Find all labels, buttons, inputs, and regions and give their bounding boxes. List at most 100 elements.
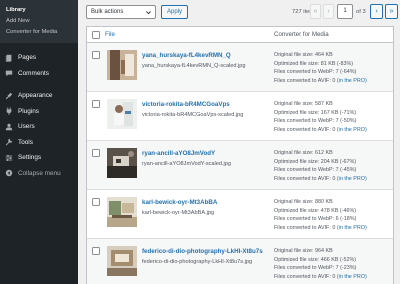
original-size: Original file size: 587 KB	[274, 101, 333, 107]
converter-stats: Original file size: 464 KB Optimized fil…	[274, 51, 367, 85]
converter-stats: Original file size: 612 KB Optimized fil…	[274, 149, 367, 183]
tablenav-top: Bulk actions Apply 727 items « ‹ 1 of 3 …	[78, 0, 400, 26]
thumbnail-image[interactable]	[107, 50, 137, 80]
prev-page-button[interactable]: ‹	[323, 4, 334, 19]
optimized-size: Optimized file size: 81 KB (-83%)	[274, 60, 354, 67]
original-size: Original file size: 880 KB	[274, 199, 333, 205]
avif-count: Files converted to AVIF: 0 (in the PRO)	[274, 175, 367, 184]
sidebar-item-label: Plugins	[18, 107, 39, 115]
thumbnail-image[interactable]	[107, 148, 137, 178]
sidebar-item-label: Tools	[18, 138, 33, 146]
avif-label: Files converted to AVIF: 0	[274, 77, 336, 84]
original-size: Original file size: 464 KB	[274, 52, 333, 58]
avif-label: Files converted to AVIF: 0	[274, 126, 336, 133]
sidebar-item-users[interactable]: Users	[0, 119, 78, 135]
thumbnail-image[interactable]	[107, 99, 137, 129]
submenu-item-converter-for-media[interactable]: Converter for Media	[0, 26, 78, 37]
converter-stats: Original file size: 587 KB Optimized fil…	[274, 100, 367, 134]
table-header: File Converter for Media	[87, 27, 393, 43]
row-checkbox[interactable]	[92, 51, 100, 59]
avif-label: Files converted to AVIF: 0	[274, 273, 336, 280]
webp-count: Files converted to WebP: 7 (-64%)	[274, 69, 357, 76]
webp-count: Files converted to WebP: 7 (-50%)	[274, 118, 357, 125]
optimized-size: Optimized file size: 466 KB (-52%)	[274, 256, 357, 263]
row-checkbox[interactable]	[92, 198, 100, 206]
sidebar-item-appearance[interactable]: Appearance	[0, 88, 78, 104]
table-row: federico-di-dio-photography-LkHI-Xt8u7s …	[87, 239, 393, 284]
sidebar-item-label: Appearance	[18, 92, 53, 100]
appearance-icon	[5, 92, 13, 100]
table-row: karl-bewick-oyr-Mt3AbBA karl-bewick-oyr-…	[87, 190, 393, 239]
select-all-checkbox[interactable]	[92, 31, 100, 39]
table-row: ryan-ancill-aYO8JmVodY ryan-ancill-aYO8J…	[87, 141, 393, 190]
media-list-table: File Converter for Media yana_hurskaya-f…	[86, 26, 394, 284]
submenu-item-add-new[interactable]: Add New	[0, 15, 78, 26]
media-submenu: Library Add New Converter for Media	[0, 0, 78, 43]
original-size: Original file size: 612 KB	[274, 150, 333, 156]
row-checkbox[interactable]	[92, 247, 100, 255]
first-page-button[interactable]: «	[310, 4, 321, 19]
file-title-link[interactable]: federico-di-dio-photography-LkHI-Xt8u7s	[142, 248, 263, 255]
next-page-button[interactable]: ›	[370, 4, 383, 19]
sidebar-item-settings[interactable]: Settings	[0, 150, 78, 166]
comments-icon	[5, 69, 13, 77]
bulk-actions-select[interactable]: Bulk actions	[86, 5, 156, 19]
optimized-size: Optimized file size: 167 KB (-71%)	[274, 109, 357, 116]
admin-sidebar: Library Add New Converter for Media Page…	[0, 0, 78, 284]
collapse-icon	[5, 169, 13, 177]
file-name: yana_hurskaya-fL4kevRMN_Q-scaled.jpg	[142, 63, 246, 69]
submenu-item-library[interactable]: Library	[0, 4, 78, 15]
sidebar-item-label: Comments	[18, 69, 49, 77]
avif-count: Files converted to AVIF: 0 (in the PRO)	[274, 224, 367, 233]
file-title-link[interactable]: ryan-ancill-aYO8JmVodY	[142, 150, 215, 157]
last-page-button[interactable]: »	[385, 4, 398, 19]
collapse-menu-button[interactable]: Collapse menu	[0, 166, 78, 182]
webp-count: Files converted to WebP: 7 (-23%)	[274, 265, 357, 272]
thumbnail-image[interactable]	[107, 197, 137, 227]
avif-count: Files converted to AVIF: 0 (in the PRO)	[274, 77, 367, 86]
plugins-icon	[5, 107, 13, 116]
pro-link[interactable]: (in the PRO)	[337, 274, 367, 280]
sidebar-item-label: Pages	[18, 54, 37, 62]
thumbnail-image[interactable]	[107, 246, 137, 276]
sidebar-item-label: Settings	[18, 154, 42, 162]
total-pages: of 3	[356, 9, 366, 15]
webp-count: Files converted to WebP: 7 (-45%)	[274, 167, 357, 174]
bulk-actions-value: Bulk actions	[91, 9, 124, 15]
table-row: yana_hurskaya-fL4kevRMN_Q yana_hurskaya-…	[87, 43, 393, 92]
sidebar-item-comments[interactable]: Comments	[0, 66, 78, 82]
pro-link[interactable]: (in the PRO)	[337, 127, 367, 133]
original-size: Original file size: 964 KB	[274, 248, 333, 254]
avif-count: Files converted to AVIF: 0 (in the PRO)	[274, 126, 367, 135]
avif-label: Files converted to AVIF: 0	[274, 175, 336, 182]
column-header-converter: Converter for Media	[274, 31, 329, 38]
optimized-size: Optimized file size: 204 KB (-67%)	[274, 158, 357, 165]
converter-stats: Original file size: 880 KB Optimized fil…	[274, 198, 367, 232]
pro-link[interactable]: (in the PRO)	[337, 225, 367, 231]
sidebar-item-pages[interactable]: Pages	[0, 50, 78, 66]
converter-stats: Original file size: 964 KB Optimized fil…	[274, 247, 367, 281]
sidebar-item-tools[interactable]: Tools	[0, 135, 78, 151]
column-header-file[interactable]: File	[105, 31, 115, 38]
avif-label: Files converted to AVIF: 0	[274, 224, 336, 231]
file-name: victoria-rokita-bR4MCGoaVps-scaled.jpg	[142, 112, 244, 118]
table-row: victoria-rokita-bR4MCGoaVps victoria-rok…	[87, 92, 393, 141]
pro-link[interactable]: (in the PRO)	[337, 176, 367, 182]
file-title-link[interactable]: yana_hurskaya-fL4kevRMN_Q	[142, 52, 231, 59]
file-name: karl-bewick-oyr-Mt3AbBA.jpg	[142, 210, 215, 216]
row-checkbox[interactable]	[92, 100, 100, 108]
settings-icon	[5, 154, 13, 162]
current-page-input[interactable]: 1	[337, 4, 353, 19]
file-title-link[interactable]: victoria-rokita-bR4MCGoaVps	[142, 101, 230, 108]
sidebar-item-plugins[interactable]: Plugins	[0, 104, 78, 120]
file-name: federico-di-dio-photography-LkHI-Xt8u7s.…	[142, 259, 253, 265]
webp-count: Files converted to WebP: 6 (-18%)	[274, 216, 357, 223]
pro-link[interactable]: (in the PRO)	[337, 78, 367, 84]
file-title-link[interactable]: karl-bewick-oyr-Mt3AbBA	[142, 199, 217, 206]
pages-icon	[5, 54, 13, 62]
row-checkbox[interactable]	[92, 149, 100, 157]
optimized-size: Optimized file size: 478 KB (-46%)	[274, 207, 357, 214]
apply-button[interactable]: Apply	[161, 5, 188, 19]
users-icon	[5, 123, 13, 131]
avif-count: Files converted to AVIF: 0 (in the PRO)	[274, 273, 367, 282]
